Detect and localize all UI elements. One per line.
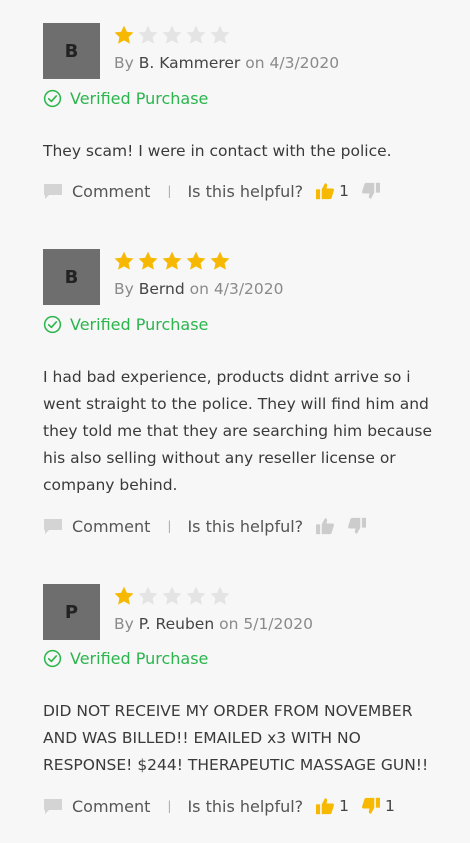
on-label: on — [219, 615, 239, 633]
star-icon — [185, 250, 207, 274]
review-date: 4/3/2020 — [213, 280, 284, 298]
star-icon — [185, 24, 207, 48]
comment-label: Comment — [72, 181, 151, 201]
helpful-no-button[interactable]: 1 — [361, 797, 395, 815]
thumbs-up-icon — [315, 182, 335, 200]
comment-label: Comment — [72, 796, 151, 816]
helpful-up-count: 1 — [339, 182, 350, 200]
helpful-no-button[interactable] — [347, 517, 367, 535]
star-icon — [113, 250, 135, 274]
review-actions: Comment | Is this helpful? 1 — [43, 179, 393, 203]
author-name: P. Reuben — [138, 615, 215, 633]
review-byline: By B. Kammerer on 4/3/2020 — [114, 54, 339, 72]
review-byline: By Bernd on 4/3/2020 — [114, 280, 284, 298]
review-text: I had bad experience, products didnt arr… — [43, 368, 433, 494]
review-text: They scam! I were in contact with the po… — [43, 142, 392, 160]
helpful-yes-button[interactable]: 1 — [315, 182, 349, 200]
check-circle-icon — [43, 649, 62, 668]
verified-purchase-badge: Verified Purchase — [43, 315, 208, 334]
helpful-yes-button[interactable]: 1 — [315, 797, 349, 815]
verified-purchase-badge: Verified Purchase — [43, 89, 208, 108]
review-item: B By Bernd on 4/3/2020 Verified Purchase I … — [0, 249, 470, 536]
on-label: on — [245, 54, 265, 72]
thumbs-up-icon — [315, 517, 335, 535]
review-text: DID NOT RECEIVE MY ORDER FROM NOVEMBER A… — [43, 702, 429, 774]
review-header: P By P. Reuben on 5/1/2020 — [0, 584, 470, 640]
author-name: B. Kammerer — [138, 54, 241, 72]
helpful-down-count: 1 — [385, 797, 395, 815]
reviews-list: B By B. Kammerer on 4/3/2020 Verified Purc… — [0, 0, 470, 843]
separator: | — [167, 184, 172, 198]
comment-icon — [43, 518, 63, 535]
star-icon — [113, 24, 135, 48]
thumbs-up-icon — [315, 797, 335, 815]
by-label: By — [114, 54, 134, 72]
comment-icon — [43, 798, 63, 815]
star-icon — [185, 585, 207, 609]
on-label: on — [189, 280, 209, 298]
avatar: B — [43, 249, 100, 305]
thumbs-down-icon — [361, 797, 381, 815]
helpful-label: Is this helpful? — [187, 796, 304, 816]
helpful-up-count: 1 — [339, 797, 350, 815]
verified-label: Verified Purchase — [70, 315, 209, 334]
avatar: P — [43, 584, 100, 640]
star-icon — [161, 24, 183, 48]
thumbs-down-icon — [347, 517, 367, 535]
comment-icon — [43, 183, 63, 200]
star-icon — [209, 24, 231, 48]
by-label: By — [114, 615, 134, 633]
review-header: B By Bernd on 4/3/2020 — [0, 249, 470, 305]
verified-purchase-badge: Verified Purchase — [43, 649, 208, 668]
review-header: B By B. Kammerer on 4/3/2020 — [0, 23, 470, 79]
check-circle-icon — [43, 315, 62, 334]
avatar: B — [43, 23, 100, 79]
star-icon — [113, 585, 135, 609]
helpful-no-button[interactable] — [361, 182, 381, 200]
verified-label: Verified Purchase — [70, 89, 209, 108]
star-icon — [161, 250, 183, 274]
review-item: B By B. Kammerer on 4/3/2020 Verified Purc… — [0, 23, 470, 201]
review-actions: Comment | Is this helpful? 1 1 — [43, 794, 407, 818]
check-circle-icon — [43, 89, 62, 108]
star-icon — [137, 585, 159, 609]
comment-button[interactable]: Comment — [43, 797, 150, 816]
comment-button[interactable]: Comment — [43, 517, 150, 536]
review-actions: Comment | Is this helpful? — [43, 514, 379, 538]
review-date: 4/3/2020 — [269, 54, 340, 72]
star-icon — [137, 24, 159, 48]
star-icon — [209, 585, 231, 609]
review-date: 5/1/2020 — [243, 615, 313, 633]
by-label: By — [114, 280, 134, 298]
avatar-initial: P — [64, 601, 79, 623]
avatar-initial: B — [64, 266, 79, 288]
star-rating — [113, 250, 231, 274]
verified-label: Verified Purchase — [70, 649, 209, 668]
star-rating — [113, 585, 231, 609]
comment-button[interactable]: Comment — [43, 182, 150, 201]
separator: | — [167, 519, 172, 533]
helpful-label: Is this helpful? — [187, 516, 304, 536]
review-byline: By P. Reuben on 5/1/2020 — [114, 615, 313, 633]
helpful-yes-button[interactable] — [315, 517, 335, 535]
thumbs-down-icon — [361, 182, 381, 200]
star-rating — [113, 24, 231, 48]
helpful-label: Is this helpful? — [187, 181, 304, 201]
star-icon — [137, 250, 159, 274]
star-icon — [209, 250, 231, 274]
separator: | — [167, 799, 172, 813]
comment-label: Comment — [72, 516, 151, 536]
star-icon — [161, 585, 183, 609]
author-name: Bernd — [138, 280, 185, 298]
avatar-initial: B — [64, 40, 79, 62]
review-item: P By P. Reuben on 5/1/2020 Verified Purcha… — [0, 584, 470, 816]
